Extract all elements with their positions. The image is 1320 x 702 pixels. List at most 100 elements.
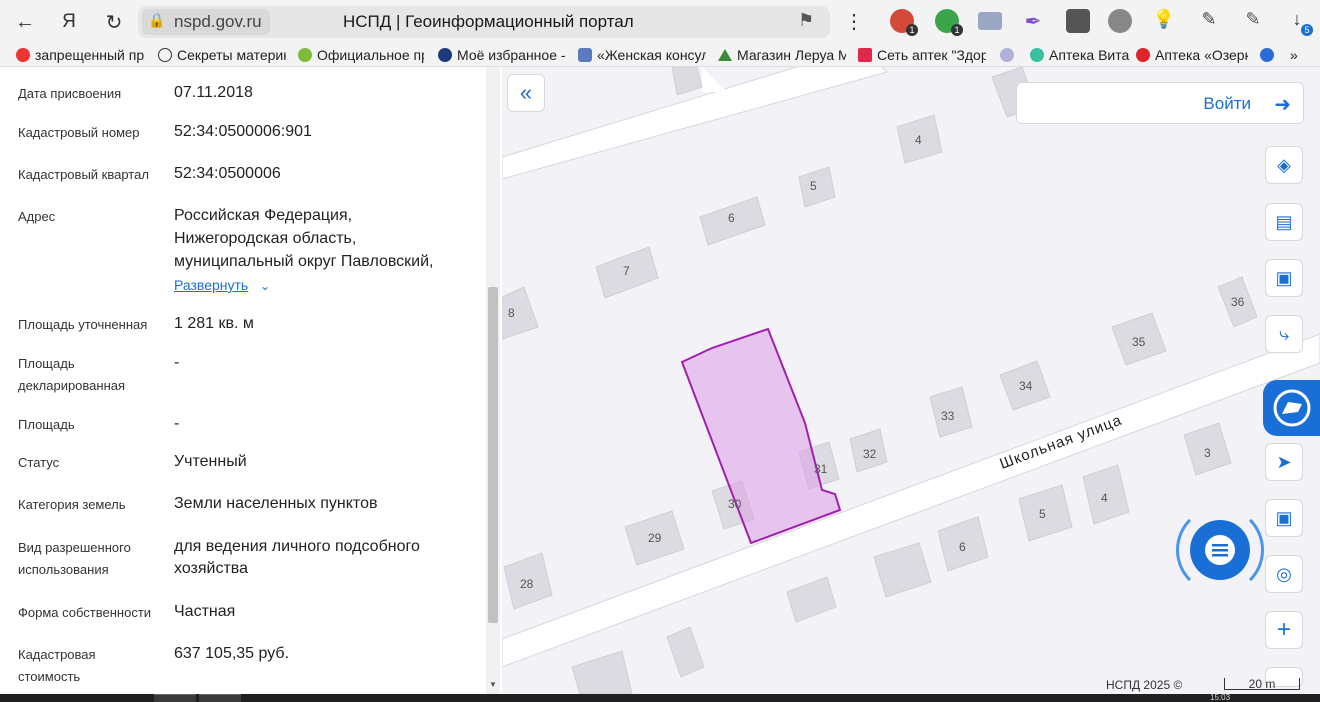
bookmark-item[interactable]: Магазин Леруа М [718,46,846,64]
area-search-icon[interactable]: ▣ [1265,259,1303,297]
building-label: 6 [959,540,966,554]
ozerki-icon [1136,48,1150,62]
more-bookmarks-icon[interactable]: » [1290,46,1310,64]
browser-window: { "browser": { "url": "nspd.gov.ru", "pa… [0,0,1320,702]
bookmark-flag-icon[interactable]: ⚑ [798,10,814,31]
value-area-refined: 1 281 кв. м [174,315,254,332]
label-status: Статус [18,455,60,470]
label-permitted-use-2: использования [18,562,109,577]
assistant-icon [1273,389,1310,427]
building-top-a[interactable] [671,67,703,96]
bookmarks-bar: запрещенный пр Секреты материн Официальн… [0,43,1320,67]
collapse-panel-button[interactable]: « [507,74,545,112]
pencil-check-icon[interactable]: ✎ [1241,9,1265,33]
bookmark-item[interactable]: Аптека «Озерк [1136,46,1248,64]
value-area: - [174,415,180,432]
building-south-a[interactable] [873,542,932,598]
chevron-down-icon[interactable]: ⌄ [260,279,270,293]
login-button[interactable]: Войти ➜ [1016,82,1304,124]
ruler-icon[interactable]: ▤ [1265,203,1303,241]
expand-address-link[interactable]: Развернуть [174,277,248,293]
back-arrow-icon[interactable]: ← [12,9,38,35]
globe-icon [1260,48,1274,62]
building-label: 35 [1132,335,1146,349]
print-frame-icon[interactable]: ▣ [1265,499,1303,537]
bookmark-item[interactable]: Моё избранное - [438,46,566,64]
value-ownership: Частная [174,603,236,620]
bookmark-label: Сеть аптек "Здор [877,47,986,63]
chat-button[interactable] [1190,520,1250,580]
map-canvas[interactable]: 4 5 6 7 8 36 35 34 33 32 31 30 29 28 3 4… [502,67,1320,694]
label-area-declared-2: декларированная [18,378,126,393]
bookmark-item[interactable]: «Женская консул [578,46,706,64]
zoom-in-icon[interactable]: + [1265,611,1303,649]
building-label: 8 [508,306,515,320]
selected-parcel[interactable] [680,327,842,545]
building-label: 4 [1101,491,1108,505]
bookmark-label: Секреты материн [177,47,286,63]
building-label: 28 [520,577,534,591]
chat-bubble-icon [1205,535,1235,565]
building-south-c[interactable] [666,626,705,678]
value-cadastral-number: 52:34:0500006:901 [174,123,312,140]
label-cadastral-value-1: Кадастровая [18,647,96,662]
taskbar-item[interactable] [199,694,241,702]
label-ownership: Форма собственности [18,605,152,620]
mail-icon[interactable] [978,12,1002,30]
layers-icon[interactable]: ◈ [1265,146,1303,184]
bookmark-item[interactable] [1000,46,1024,64]
bookmark-item[interactable]: Секреты материн [158,46,286,64]
extension-badge: 1 [906,24,918,36]
building-label: 4 [915,133,922,147]
navigate-arrow-icon[interactable]: ➤ [1265,443,1303,481]
location-pin-icon[interactable]: ◎ [1265,555,1303,593]
menu-kebab-icon[interactable]: ⋮ [844,9,864,34]
reload-icon[interactable]: ↻ [101,9,127,35]
map-svg[interactable]: 4 5 6 7 8 36 35 34 33 32 31 30 29 28 3 4… [502,67,1320,694]
building-south-b[interactable] [786,576,837,623]
puzzle-icon[interactable]: ✎ [1197,9,1221,33]
taskbar-clock: 15:03 [1210,693,1231,702]
building-label: 5 [810,179,817,193]
building-label: 3 [1204,446,1211,460]
bookmark-label: запрещенный пр [35,47,145,63]
value-area-declared: - [174,354,180,371]
circle-extension-icon[interactable] [1108,9,1132,33]
extension-shield-green-icon[interactable]: 1 [935,9,963,36]
feather-pen-icon[interactable]: ✒ [1021,9,1045,33]
building-label: 6 [728,211,735,225]
extension-shield-icon[interactable]: 1 [890,9,918,36]
value-cadastral-value: 637 105,35 руб. [174,645,290,662]
assistant-button[interactable] [1263,380,1320,436]
cursor-extension-icon[interactable] [1066,9,1090,33]
bookmark-item[interactable]: запрещенный пр [16,46,148,64]
k-icon [298,48,312,62]
label-land-category: Категория земель [18,497,126,512]
bookmark-item[interactable]: Официальное пр [298,46,424,64]
building-label: 34 [1019,379,1033,393]
lightbulb-icon[interactable]: 💡 [1152,9,1176,33]
taskbar-item[interactable] [154,694,196,702]
bag-icon [578,48,592,62]
yandex-logo-icon[interactable]: Я [56,9,82,35]
login-label: Войти [1203,94,1251,113]
bookmark-item[interactable]: Сеть аптек "Здор [858,46,986,64]
bookmark-item[interactable] [1260,46,1278,64]
panel-scrollbar-thumb[interactable] [488,287,498,623]
os-taskbar [0,694,1320,702]
building-5[interactable] [798,166,836,208]
building-south-d[interactable] [571,650,633,694]
label-area-declared-1: Площадь [18,356,75,371]
value-address-line-1: Российская Федерация, [174,207,353,224]
scroll-down-arrow-icon[interactable]: ▼ [489,680,497,689]
download-icon[interactable]: ↓ 5 [1285,9,1313,36]
bookmark-item[interactable]: Аптека Вита [1030,46,1130,64]
label-cadastral-value-2: стоимость [18,669,81,684]
a-icon [858,48,872,62]
url-text[interactable]: nspd.gov.ru [174,12,262,32]
label-cadastral-number: Кадастровый номер [18,125,140,140]
login-arrow-icon: ➜ [1274,94,1291,116]
share-icon[interactable]: ⤷ [1265,315,1303,353]
value-status: Учтенный [174,453,247,470]
lock-icon[interactable]: 🔒 [148,12,165,29]
